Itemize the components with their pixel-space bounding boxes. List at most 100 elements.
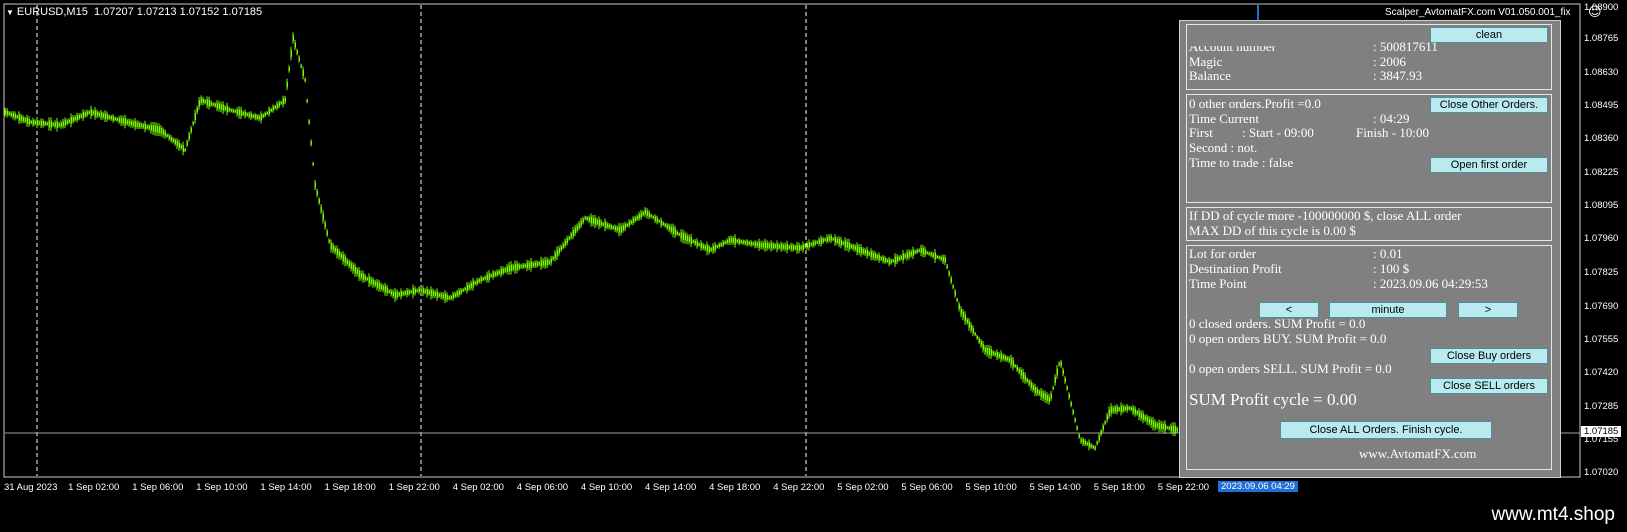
dropdown-triangle-icon[interactable]: ▼ bbox=[6, 8, 14, 17]
close-other-orders-button[interactable]: Close Other Orders. bbox=[1430, 97, 1548, 113]
close-sell-orders-button[interactable]: Close SELL orders bbox=[1430, 378, 1548, 394]
candle-body bbox=[832, 238, 834, 241]
candle-body bbox=[188, 134, 190, 140]
candle-body bbox=[488, 273, 490, 280]
candle-body bbox=[258, 116, 260, 120]
candle-body bbox=[424, 289, 426, 293]
candle-body bbox=[508, 265, 510, 272]
candle-body bbox=[1098, 435, 1100, 441]
candle-body bbox=[40, 120, 42, 126]
lot-label: Lot for order bbox=[1189, 246, 1257, 261]
candle-body bbox=[852, 245, 854, 249]
candle-body bbox=[830, 236, 832, 241]
candle-body bbox=[692, 240, 694, 243]
candle-body bbox=[390, 290, 392, 295]
candle-body bbox=[840, 239, 842, 246]
candle-body bbox=[860, 247, 862, 254]
candle-body bbox=[56, 121, 58, 129]
candle-body bbox=[626, 223, 628, 227]
candle-body bbox=[166, 134, 168, 137]
candle-body bbox=[776, 243, 778, 250]
candle-body bbox=[1114, 407, 1116, 412]
candle-body bbox=[696, 241, 698, 247]
candle-body bbox=[510, 264, 512, 272]
candle-body bbox=[182, 145, 184, 152]
candle-body bbox=[946, 265, 948, 268]
candle-body bbox=[1078, 434, 1080, 438]
price-tick-label: 1.07690 bbox=[1584, 301, 1619, 312]
candle-body bbox=[208, 99, 210, 107]
time-to-trade-text: Time to trade : false bbox=[1189, 155, 1294, 170]
candle-body bbox=[1158, 422, 1160, 430]
candle-body bbox=[516, 263, 518, 270]
candle-body bbox=[930, 252, 932, 256]
candle-body bbox=[452, 294, 454, 299]
candle-body bbox=[596, 220, 598, 225]
candle-body bbox=[1164, 423, 1166, 431]
candle-body bbox=[850, 244, 852, 248]
candle-body bbox=[1132, 407, 1134, 413]
candle-body bbox=[964, 314, 966, 322]
open-first-order-button[interactable]: Open first order bbox=[1430, 157, 1548, 173]
candle-body bbox=[982, 343, 984, 350]
candle-body bbox=[750, 241, 752, 246]
candle-body bbox=[1064, 378, 1066, 382]
candle-body bbox=[52, 123, 54, 126]
candle-body bbox=[430, 289, 432, 297]
candle-body bbox=[504, 268, 506, 272]
candle-body bbox=[842, 242, 844, 245]
candle-body bbox=[818, 239, 820, 244]
candle-body bbox=[652, 216, 654, 219]
candle-body bbox=[1002, 355, 1004, 359]
candle-body bbox=[624, 224, 626, 229]
candle-body bbox=[358, 270, 360, 278]
candle-body bbox=[274, 105, 276, 109]
candle-body bbox=[218, 103, 220, 110]
candle-body bbox=[770, 243, 772, 249]
candle-body bbox=[556, 249, 558, 257]
candle-body bbox=[226, 105, 228, 113]
candle-body bbox=[548, 260, 550, 264]
candle-body bbox=[196, 107, 198, 113]
candle-body bbox=[756, 242, 758, 247]
candle-body bbox=[260, 114, 262, 121]
close-buy-orders-button[interactable]: Close Buy orders bbox=[1430, 348, 1548, 364]
candle-body bbox=[396, 292, 398, 298]
time-tick-label: 5 Sep 10:00 bbox=[965, 482, 1017, 493]
candle-body bbox=[480, 277, 482, 282]
candle-body bbox=[870, 251, 872, 258]
candle-body bbox=[1118, 407, 1120, 411]
candle-body bbox=[540, 260, 542, 267]
candle-body bbox=[918, 249, 920, 252]
next-button[interactable]: > bbox=[1458, 302, 1518, 318]
candle-body bbox=[868, 252, 870, 256]
candle-body bbox=[896, 256, 898, 262]
candle-body bbox=[546, 259, 548, 266]
candle-body bbox=[708, 247, 710, 252]
candle-body bbox=[748, 241, 750, 245]
close-all-orders-button[interactable]: Close ALL Orders. Finish cycle. bbox=[1280, 421, 1492, 439]
candle-body bbox=[520, 265, 522, 268]
website-link[interactable]: www.AvtomatFX.com bbox=[1359, 446, 1476, 462]
candle-body bbox=[438, 293, 440, 297]
candle-body bbox=[914, 250, 916, 254]
candle-body bbox=[318, 199, 320, 203]
candle-body bbox=[762, 242, 764, 248]
candle-body bbox=[1116, 406, 1118, 412]
candle-body bbox=[270, 108, 272, 112]
chart-symbol[interactable]: ▼ EURUSD,M15 1.07207 1.07213 1.07152 1.07… bbox=[6, 6, 262, 18]
candle-body bbox=[1106, 415, 1108, 421]
candle-body bbox=[824, 238, 826, 241]
candle-body bbox=[1034, 387, 1036, 394]
candle-body bbox=[152, 125, 154, 132]
candle-body bbox=[466, 284, 468, 291]
candle-body bbox=[64, 120, 66, 126]
time-tick-label: 4 Sep 06:00 bbox=[516, 482, 569, 493]
candle-body bbox=[994, 352, 996, 356]
price-tick-label: 1.08765 bbox=[1584, 33, 1619, 44]
candle-body bbox=[304, 78, 306, 82]
candle-body bbox=[1016, 366, 1018, 371]
price-tick-label: 1.08495 bbox=[1584, 100, 1619, 111]
price-tick-label: 1.08225 bbox=[1584, 167, 1619, 178]
time-tick-label: 1 Sep 02:00 bbox=[68, 482, 120, 493]
